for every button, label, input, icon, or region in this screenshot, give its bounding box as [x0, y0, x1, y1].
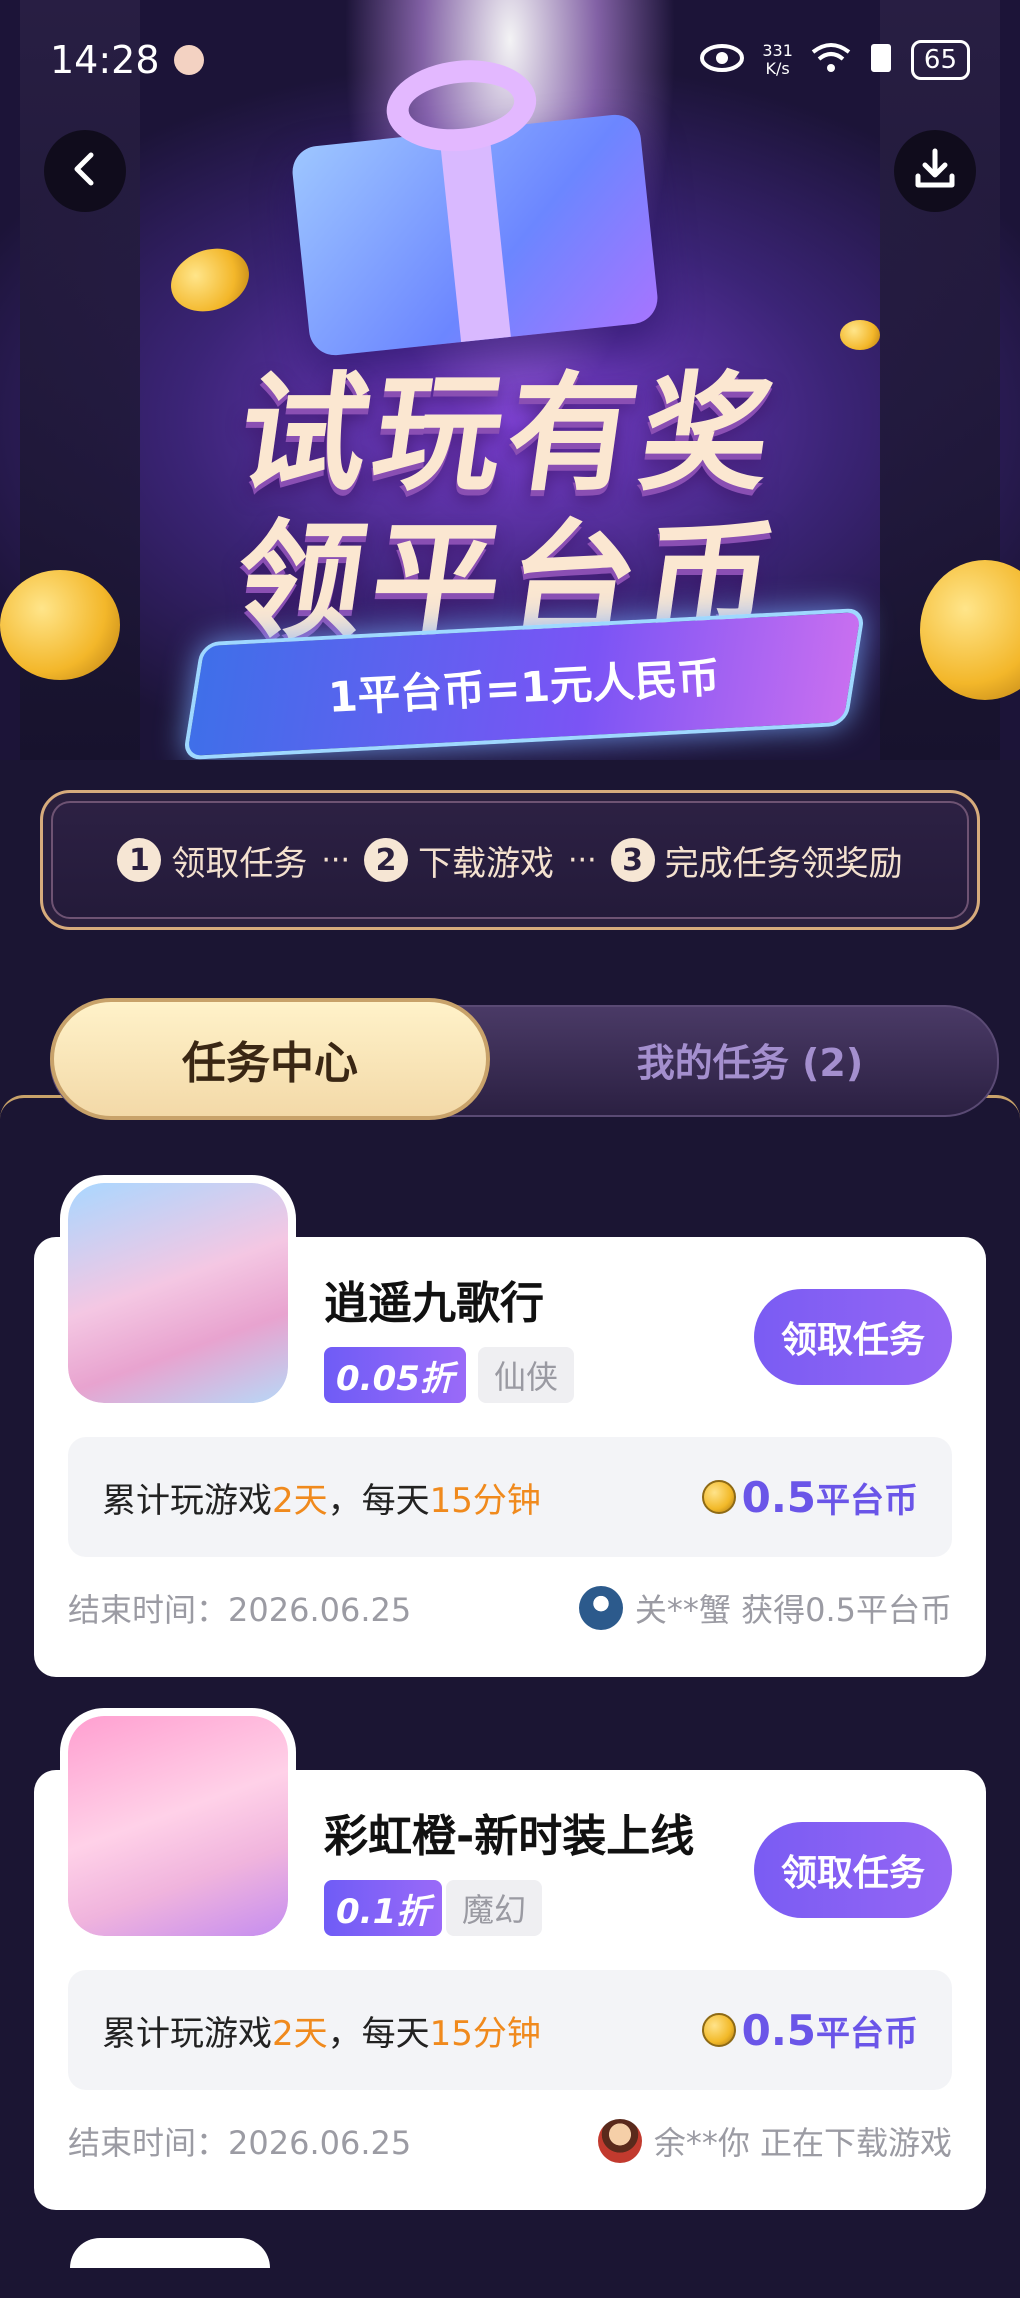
claim-task-button[interactable]: 领取任务	[754, 1289, 952, 1385]
status-bar: 14:28 331 K/s 65	[0, 0, 1020, 120]
genre-tag: 仙侠	[478, 1347, 575, 1403]
game-name: 彩虹橙-新时装上线	[324, 1811, 695, 1862]
step-label: 完成任务领奖励	[664, 843, 903, 884]
step-3: 3 完成任务领奖励	[610, 836, 903, 885]
tab-my-tasks[interactable]: 我的任务 (2)	[600, 1005, 900, 1113]
tab-task-center-label: 任务中心	[182, 1038, 358, 1089]
game-artwork	[68, 1183, 288, 1403]
battery-indicator: 65	[910, 40, 970, 80]
step-number: 3	[610, 838, 655, 882]
chevron-left-icon	[65, 149, 105, 193]
activity-text: 关**蟹 获得0.5平台币	[634, 1591, 952, 1629]
step-1: 1 领取任务	[117, 836, 307, 885]
task-minutes: 15分钟	[429, 2013, 541, 2054]
rate-text: 1平台币=1元人民币	[327, 652, 722, 722]
claim-task-button[interactable]: 领取任务	[754, 1822, 952, 1918]
notification-avatar-icon	[173, 45, 204, 75]
task-mid: ，每天	[327, 2013, 430, 2054]
steps-guide: 1 领取任务 ··· 2 下载游戏 ··· 3 完成任务领奖励	[40, 790, 980, 930]
net-speed-value: 331	[762, 41, 793, 60]
game-artwork	[68, 1716, 288, 1936]
step-number: 1	[117, 838, 162, 882]
task-days: 2天	[272, 1480, 328, 1521]
step-2: 2 下载游戏	[364, 836, 554, 885]
game-thumbnail[interactable]	[60, 1175, 296, 1411]
step-separator: ···	[321, 842, 350, 878]
coin-icon	[701, 2013, 736, 2047]
tab-task-center[interactable]: 任务中心	[50, 998, 490, 1120]
user-avatar	[578, 1586, 623, 1630]
user-avatar	[597, 2119, 642, 2163]
step-separator: ···	[568, 842, 597, 878]
download-icon	[912, 146, 958, 196]
activity-text: 余**你 正在下载游戏	[653, 2124, 952, 2162]
task-description: 累计玩游戏2天，每天15分钟	[102, 2006, 541, 2055]
discount-badge: 0.1折	[324, 1880, 443, 1936]
task-description: 累计玩游戏2天，每天15分钟	[102, 1473, 541, 1522]
task-minutes: 15分钟	[429, 1480, 541, 1521]
gift-ribbon	[439, 127, 511, 343]
wifi-icon	[811, 42, 851, 78]
step-number: 2	[364, 838, 408, 882]
game-name: 逍遥九歌行	[324, 1278, 544, 1329]
activity-feed: 余**你 正在下载游戏	[597, 2118, 952, 2164]
genre-tag: 魔幻	[446, 1880, 543, 1936]
reward-unit: 平台币	[816, 2013, 918, 2054]
next-card-thumbnail	[70, 2238, 270, 2268]
net-speed-unit: K/s	[765, 59, 790, 78]
task-requirement-row: 累计玩游戏2天，每天15分钟 0.5 平台币	[68, 1437, 952, 1557]
gift-box-illustration	[289, 53, 661, 358]
net-speed: 331 K/s	[762, 42, 793, 78]
coin-icon	[701, 1480, 736, 1514]
card-footer: 结束时间：2026.06.25 关**蟹 获得0.5平台币	[68, 1585, 952, 1631]
reward-amount: 0.5	[741, 1472, 816, 1522]
reward-unit: 平台币	[816, 1480, 918, 1521]
end-time: 结束时间：2026.06.25	[68, 1591, 412, 1629]
back-button[interactable]	[44, 130, 126, 212]
status-time: 14:28	[50, 38, 160, 82]
sim-icon	[869, 42, 893, 78]
coin-decoration	[162, 238, 258, 322]
task-prefix: 累计玩游戏	[102, 2013, 272, 2054]
end-time: 结束时间：2026.06.25	[68, 2124, 412, 2162]
reward: 0.5 平台币	[701, 2005, 918, 2055]
step-label: 领取任务	[171, 843, 308, 884]
discount-badge: 0.05折	[324, 1347, 466, 1403]
reward: 0.5 平台币	[701, 1472, 918, 1522]
card-footer: 结束时间：2026.06.25 余**你 正在下载游戏	[68, 2118, 952, 2164]
task-prefix: 累计玩游戏	[102, 1480, 272, 1521]
step-label: 下载游戏	[418, 843, 554, 884]
task-mid: ，每天	[327, 1480, 430, 1521]
eye-icon	[700, 43, 745, 77]
activity-feed: 关**蟹 获得0.5平台币	[578, 1585, 952, 1631]
game-thumbnail[interactable]	[60, 1708, 296, 1944]
task-requirement-row: 累计玩游戏2天，每天15分钟 0.5 平台币	[68, 1970, 952, 2090]
task-days: 2天	[272, 2013, 328, 2054]
reward-amount: 0.5	[741, 2005, 816, 2055]
download-button[interactable]	[894, 130, 976, 212]
